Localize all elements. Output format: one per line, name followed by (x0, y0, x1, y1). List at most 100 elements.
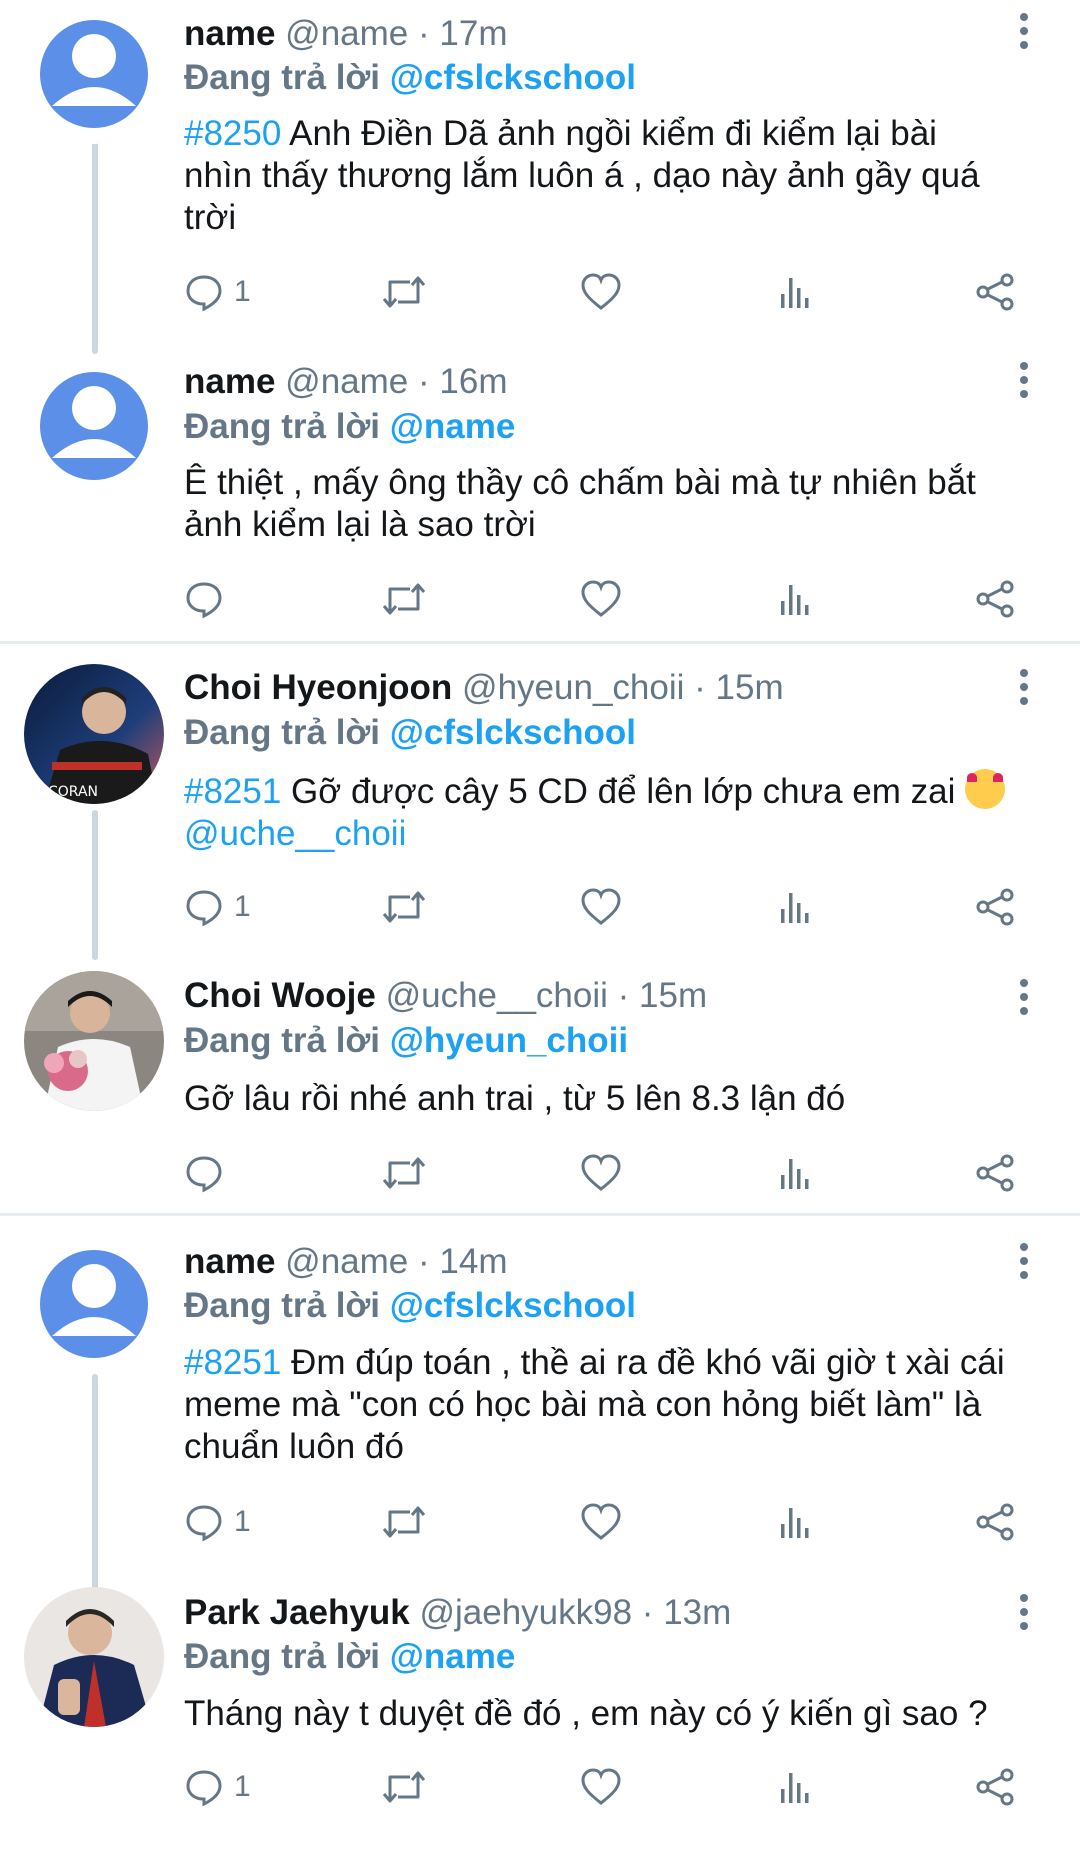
default-user-icon (40, 20, 148, 128)
replying-to-mention[interactable]: @cfslckschool (390, 58, 636, 97)
timestamp[interactable]: 16m (439, 362, 507, 401)
display-name[interactable]: Choi Hyeonjoon (184, 668, 452, 707)
replying-to-mention[interactable]: @cfslckschool (390, 713, 636, 752)
timestamp[interactable]: 13m (663, 1593, 731, 1632)
bar-chart-icon (781, 893, 809, 923)
avatar[interactable] (24, 1587, 164, 1727)
user-handle[interactable]: @name (285, 14, 408, 53)
reply-button[interactable] (184, 572, 234, 626)
retweet-button[interactable] (380, 1760, 428, 1814)
display-name[interactable]: name (184, 1242, 275, 1281)
timestamp[interactable]: 15m (716, 668, 784, 707)
reply-thread-feed: name @name · 17m Đang trả lời @cfslcksch… (0, 0, 1080, 1850)
analytics-button[interactable] (778, 265, 812, 319)
replying-to-mention[interactable]: @name (390, 407, 516, 446)
replying-to-label: Đang trả lời (184, 1286, 381, 1325)
retweet-icon (382, 583, 426, 615)
share-button[interactable] (974, 1146, 1016, 1200)
avatar[interactable]: CORAN (24, 664, 164, 804)
separator-dot: · (418, 1242, 430, 1281)
analytics-button[interactable] (778, 1146, 812, 1200)
timestamp[interactable]: 14m (439, 1242, 507, 1281)
like-button[interactable] (580, 572, 622, 626)
timestamp[interactable]: 17m (439, 14, 507, 53)
share-button[interactable] (974, 880, 1016, 934)
more-options-button[interactable] (1004, 1236, 1044, 1286)
retweet-button[interactable] (380, 265, 428, 319)
avatar[interactable] (24, 356, 164, 496)
hashtag-link[interactable]: #8251 (184, 1343, 281, 1382)
thread-divider (0, 641, 1080, 644)
tweet-text-line: Ê thiệt , mấy ông thầy cô chấm bài mà tự… (184, 463, 976, 502)
user-handle[interactable]: @jaehyukk98 (419, 1593, 632, 1632)
more-options-button[interactable] (1004, 6, 1044, 56)
display-name[interactable]: Park Jaehyuk (184, 1593, 410, 1632)
analytics-button[interactable] (778, 572, 812, 626)
comment-bubble-icon (186, 1770, 222, 1807)
analytics-button[interactable] (778, 1760, 812, 1814)
replying-to-mention[interactable]: @name (390, 1637, 516, 1676)
tweet-text: Gỡ lâu rồi nhé anh trai , từ 5 lên 8.3 l… (184, 1078, 1034, 1120)
display-name[interactable]: name (184, 14, 275, 53)
share-icon (976, 273, 1014, 311)
like-button[interactable] (580, 880, 622, 934)
tweet-header: Choi Wooje @uche__choii · 15m (184, 974, 707, 1018)
replying-to-mention[interactable]: @hyeun_choii (390, 1021, 628, 1060)
profile-photo: CORAN (24, 664, 164, 804)
more-options-button[interactable] (1004, 1587, 1044, 1637)
share-button[interactable] (974, 1495, 1016, 1549)
analytics-button[interactable] (778, 880, 812, 934)
avatar[interactable] (24, 971, 164, 1111)
user-handle[interactable]: @name (285, 1242, 408, 1281)
more-options-button[interactable] (1004, 662, 1044, 712)
like-button[interactable] (580, 1146, 622, 1200)
reply-count: 1 (234, 1505, 251, 1538)
reply-button[interactable]: 1 (184, 265, 251, 319)
retweet-button[interactable] (380, 1146, 428, 1200)
bar-chart-icon (781, 278, 809, 308)
like-button[interactable] (580, 1760, 622, 1814)
tweet-text: Ê thiệt , mấy ông thầy cô chấm bài mà tự… (184, 462, 1034, 546)
like-button[interactable] (580, 265, 622, 319)
retweet-icon (382, 1771, 426, 1803)
like-button[interactable] (580, 1495, 622, 1549)
avatar-shirt-text: CORAN (48, 784, 98, 800)
more-options-button[interactable] (1004, 972, 1044, 1022)
reply-button[interactable]: 1 (184, 1760, 251, 1814)
more-vertical-icon (1020, 979, 1028, 987)
tweet-text: #8251 Gỡ được cây 5 CD để lên lớp chưa e… (184, 769, 1034, 855)
retweet-button[interactable] (380, 572, 428, 626)
retweet-button[interactable] (380, 880, 428, 934)
hashtag-link[interactable]: #8250 (184, 114, 281, 153)
reply-button[interactable]: 1 (184, 1495, 251, 1549)
share-button[interactable] (974, 265, 1016, 319)
share-icon (976, 1768, 1014, 1806)
more-options-button[interactable] (1004, 355, 1044, 405)
user-handle[interactable]: @uche__choii (386, 976, 608, 1015)
mention-link[interactable]: @uche__choii (184, 814, 406, 853)
user-handle[interactable]: @hyeun_choii (462, 668, 684, 707)
reply-count: 1 (234, 890, 251, 923)
timestamp[interactable]: 15m (639, 976, 707, 1015)
user-handle[interactable]: @name (285, 362, 408, 401)
tweet-actions: 1 (184, 265, 1044, 319)
replying-to-label: Đang trả lời (184, 58, 381, 97)
display-name[interactable]: Choi Wooje (184, 976, 376, 1015)
replying-to-label: Đang trả lời (184, 407, 381, 446)
replying-to-mention[interactable]: @cfslckschool (390, 1286, 636, 1325)
analytics-button[interactable] (778, 1495, 812, 1549)
avatar[interactable] (24, 1234, 164, 1374)
reply-button[interactable] (184, 1146, 234, 1200)
replying-to-label: Đang trả lời (184, 713, 381, 752)
retweet-button[interactable] (380, 1495, 428, 1549)
avatar[interactable] (24, 4, 164, 144)
reply-count: 1 (234, 275, 251, 308)
share-button[interactable] (974, 1760, 1016, 1814)
share-button[interactable] (974, 572, 1016, 626)
hashtag-link[interactable]: #8251 (184, 772, 281, 811)
retweet-icon (382, 1157, 426, 1189)
share-icon (976, 580, 1014, 618)
comment-bubble-icon (186, 275, 222, 312)
display-name[interactable]: name (184, 362, 275, 401)
reply-button[interactable]: 1 (184, 880, 251, 934)
